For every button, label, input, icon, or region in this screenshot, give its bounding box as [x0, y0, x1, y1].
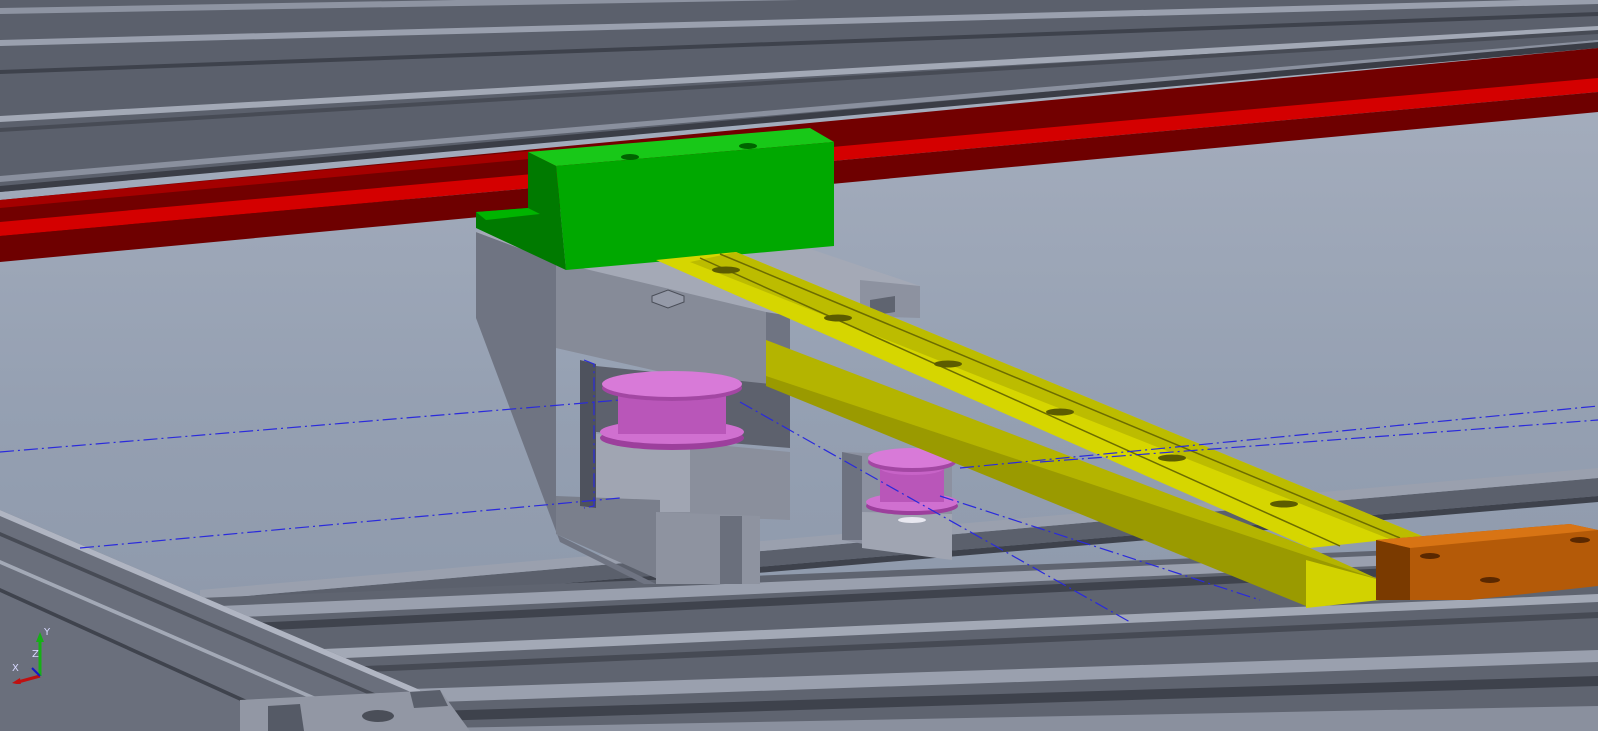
pink-pulley-large[interactable] [600, 371, 744, 450]
green-carriage-block[interactable] [476, 128, 834, 270]
triad-y-label: Y [44, 627, 51, 638]
triad-z-label: Z [32, 649, 39, 660]
triad-x-label: X [12, 663, 19, 674]
view-orientation-triad[interactable]: Y Z X [10, 627, 66, 685]
3d-model-viewport[interactable]: Y Z X [0, 0, 1598, 731]
cad-assembly-scene[interactable] [0, 0, 1598, 731]
